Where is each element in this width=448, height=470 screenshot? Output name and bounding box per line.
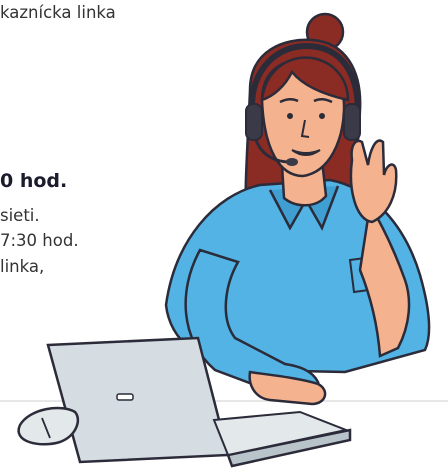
right-eye — [319, 113, 325, 119]
left-eye — [287, 113, 293, 119]
support-agent-illustration — [0, 12, 448, 468]
mouse-icon — [17, 406, 80, 446]
right-hand — [349, 139, 398, 224]
